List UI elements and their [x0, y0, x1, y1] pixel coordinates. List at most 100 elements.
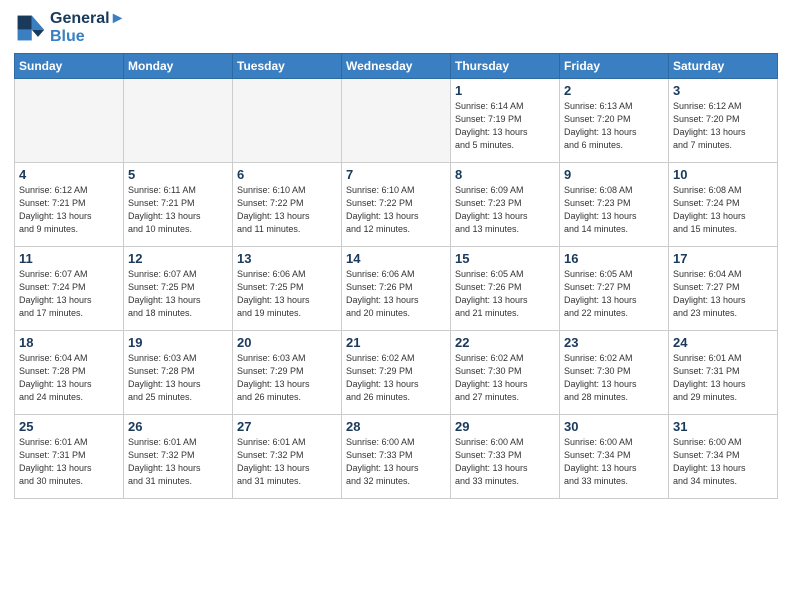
- day-cell: 3 Sunrise: 6:12 AMSunset: 7:20 PMDaylight…: [669, 79, 778, 163]
- day-cell: 27 Sunrise: 6:01 AMSunset: 7:32 PMDayligh…: [233, 415, 342, 499]
- weekday-friday: Friday: [560, 54, 669, 79]
- day-number: 25: [19, 419, 119, 434]
- day-number: 8: [455, 167, 555, 182]
- day-cell: [15, 79, 124, 163]
- day-cell: 4Sunrise: 6:12 AMSunset: 7:21 PMDaylight…: [15, 163, 124, 247]
- weekday-wednesday: Wednesday: [342, 54, 451, 79]
- day-number: 5: [128, 167, 228, 182]
- day-cell: 30 Sunrise: 6:00 AMSunset: 7:34 PMDayligh…: [560, 415, 669, 499]
- day-cell: 8 Sunrise: 6:09 AMSunset: 7:23 PMDaylight…: [451, 163, 560, 247]
- day-cell: 17 Sunrise: 6:04 AMSunset: 7:27 PMDayligh…: [669, 247, 778, 331]
- weekday-thursday: Thursday: [451, 54, 560, 79]
- day-number: 27: [237, 419, 337, 434]
- day-number: 11: [19, 251, 119, 266]
- day-info: Sunrise: 6:05 AMSunset: 7:27 PMDaylight:…: [564, 268, 664, 320]
- day-info: Sunrise: 6:04 AMSunset: 7:28 PMDaylight:…: [19, 352, 119, 404]
- day-info: Sunrise: 6:07 AMSunset: 7:25 PMDaylight:…: [128, 268, 228, 320]
- day-cell: 21 Sunrise: 6:02 AMSunset: 7:29 PMDayligh…: [342, 331, 451, 415]
- day-cell: 7 Sunrise: 6:10 AMSunset: 7:22 PMDaylight…: [342, 163, 451, 247]
- day-info: Sunrise: 6:04 AMSunset: 7:27 PMDaylight:…: [673, 268, 773, 320]
- page-container: General► Blue SundayMondayTuesdayWednesd…: [0, 0, 792, 507]
- day-info: Sunrise: 6:02 AMSunset: 7:30 PMDaylight:…: [564, 352, 664, 404]
- day-info: Sunrise: 6:00 AMSunset: 7:34 PMDaylight:…: [673, 436, 773, 488]
- day-cell: 2 Sunrise: 6:13 AMSunset: 7:20 PMDaylight…: [560, 79, 669, 163]
- day-cell: 9 Sunrise: 6:08 AMSunset: 7:23 PMDaylight…: [560, 163, 669, 247]
- day-cell: 14Sunrise: 6:06 AMSunset: 7:26 PMDayligh…: [342, 247, 451, 331]
- day-cell: 6 Sunrise: 6:10 AMSunset: 7:22 PMDaylight…: [233, 163, 342, 247]
- day-info: Sunrise: 6:01 AMSunset: 7:31 PMDaylight:…: [673, 352, 773, 404]
- day-info: Sunrise: 6:12 AMSunset: 7:21 PMDaylight:…: [19, 184, 119, 236]
- weekday-header-row: SundayMondayTuesdayWednesdayThursdayFrid…: [15, 54, 778, 79]
- week-row-2: 4Sunrise: 6:12 AMSunset: 7:21 PMDaylight…: [15, 163, 778, 247]
- day-cell: 31Sunrise: 6:00 AMSunset: 7:34 PMDayligh…: [669, 415, 778, 499]
- day-info: Sunrise: 6:08 AMSunset: 7:24 PMDaylight:…: [673, 184, 773, 236]
- day-number: 28: [346, 419, 446, 434]
- logo-icon: [14, 12, 46, 44]
- day-number: 3: [673, 83, 773, 98]
- week-row-3: 11 Sunrise: 6:07 AMSunset: 7:24 PMDayligh…: [15, 247, 778, 331]
- day-number: 7: [346, 167, 446, 182]
- day-info: Sunrise: 6:10 AMSunset: 7:22 PMDaylight:…: [346, 184, 446, 236]
- day-cell: 13Sunrise: 6:06 AMSunset: 7:25 PMDayligh…: [233, 247, 342, 331]
- day-number: 21: [346, 335, 446, 350]
- day-cell: 12Sunrise: 6:07 AMSunset: 7:25 PMDayligh…: [124, 247, 233, 331]
- day-number: 19: [128, 335, 228, 350]
- day-info: Sunrise: 6:12 AMSunset: 7:20 PMDaylight:…: [673, 100, 773, 152]
- day-cell: 25 Sunrise: 6:01 AMSunset: 7:31 PMDayligh…: [15, 415, 124, 499]
- calendar-table: SundayMondayTuesdayWednesdayThursdayFrid…: [14, 53, 778, 499]
- day-cell: 24Sunrise: 6:01 AMSunset: 7:31 PMDayligh…: [669, 331, 778, 415]
- day-number: 30: [564, 419, 664, 434]
- day-info: Sunrise: 6:00 AMSunset: 7:34 PMDaylight:…: [564, 436, 664, 488]
- weekday-saturday: Saturday: [669, 54, 778, 79]
- weekday-tuesday: Tuesday: [233, 54, 342, 79]
- day-cell: 29 Sunrise: 6:00 AMSunset: 7:33 PMDayligh…: [451, 415, 560, 499]
- day-info: Sunrise: 6:02 AMSunset: 7:30 PMDaylight:…: [455, 352, 555, 404]
- day-number: 6: [237, 167, 337, 182]
- logo-text: General► Blue: [50, 10, 125, 45]
- day-info: Sunrise: 6:09 AMSunset: 7:23 PMDaylight:…: [455, 184, 555, 236]
- day-info: Sunrise: 6:06 AMSunset: 7:26 PMDaylight:…: [346, 268, 446, 320]
- week-row-5: 25 Sunrise: 6:01 AMSunset: 7:31 PMDayligh…: [15, 415, 778, 499]
- day-info: Sunrise: 6:00 AMSunset: 7:33 PMDaylight:…: [455, 436, 555, 488]
- day-info: Sunrise: 6:05 AMSunset: 7:26 PMDaylight:…: [455, 268, 555, 320]
- day-cell: 16Sunrise: 6:05 AMSunset: 7:27 PMDayligh…: [560, 247, 669, 331]
- day-number: 13: [237, 251, 337, 266]
- day-cell: 28Sunrise: 6:00 AMSunset: 7:33 PMDayligh…: [342, 415, 451, 499]
- day-number: 1: [455, 83, 555, 98]
- day-info: Sunrise: 6:08 AMSunset: 7:23 PMDaylight:…: [564, 184, 664, 236]
- day-cell: 1 Sunrise: 6:14 AMSunset: 7:19 PMDaylight…: [451, 79, 560, 163]
- day-number: 15: [455, 251, 555, 266]
- day-info: Sunrise: 6:14 AMSunset: 7:19 PMDaylight:…: [455, 100, 555, 152]
- day-number: 22: [455, 335, 555, 350]
- day-number: 10: [673, 167, 773, 182]
- day-info: Sunrise: 6:13 AMSunset: 7:20 PMDaylight:…: [564, 100, 664, 152]
- day-number: 17: [673, 251, 773, 266]
- day-cell: 10 Sunrise: 6:08 AMSunset: 7:24 PMDayligh…: [669, 163, 778, 247]
- day-info: Sunrise: 6:01 AMSunset: 7:31 PMDaylight:…: [19, 436, 119, 488]
- day-cell: 15 Sunrise: 6:05 AMSunset: 7:26 PMDayligh…: [451, 247, 560, 331]
- day-cell: [124, 79, 233, 163]
- day-cell: 23 Sunrise: 6:02 AMSunset: 7:30 PMDayligh…: [560, 331, 669, 415]
- day-number: 9: [564, 167, 664, 182]
- day-cell: 5Sunrise: 6:11 AMSunset: 7:21 PMDaylight…: [124, 163, 233, 247]
- day-number: 20: [237, 335, 337, 350]
- day-number: 2: [564, 83, 664, 98]
- header: General► Blue: [14, 10, 778, 45]
- day-info: Sunrise: 6:07 AMSunset: 7:24 PMDaylight:…: [19, 268, 119, 320]
- day-number: 23: [564, 335, 664, 350]
- day-number: 29: [455, 419, 555, 434]
- weekday-monday: Monday: [124, 54, 233, 79]
- day-info: Sunrise: 6:01 AMSunset: 7:32 PMDaylight:…: [237, 436, 337, 488]
- day-cell: 26Sunrise: 6:01 AMSunset: 7:32 PMDayligh…: [124, 415, 233, 499]
- day-cell: 19 Sunrise: 6:03 AMSunset: 7:28 PMDayligh…: [124, 331, 233, 415]
- week-row-1: 1 Sunrise: 6:14 AMSunset: 7:19 PMDaylight…: [15, 79, 778, 163]
- day-info: Sunrise: 6:10 AMSunset: 7:22 PMDaylight:…: [237, 184, 337, 236]
- day-cell: 11 Sunrise: 6:07 AMSunset: 7:24 PMDayligh…: [15, 247, 124, 331]
- day-info: Sunrise: 6:02 AMSunset: 7:29 PMDaylight:…: [346, 352, 446, 404]
- day-cell: 20Sunrise: 6:03 AMSunset: 7:29 PMDayligh…: [233, 331, 342, 415]
- day-cell: 22 Sunrise: 6:02 AMSunset: 7:30 PMDayligh…: [451, 331, 560, 415]
- day-cell: [233, 79, 342, 163]
- week-row-4: 18 Sunrise: 6:04 AMSunset: 7:28 PMDayligh…: [15, 331, 778, 415]
- day-number: 18: [19, 335, 119, 350]
- day-info: Sunrise: 6:03 AMSunset: 7:28 PMDaylight:…: [128, 352, 228, 404]
